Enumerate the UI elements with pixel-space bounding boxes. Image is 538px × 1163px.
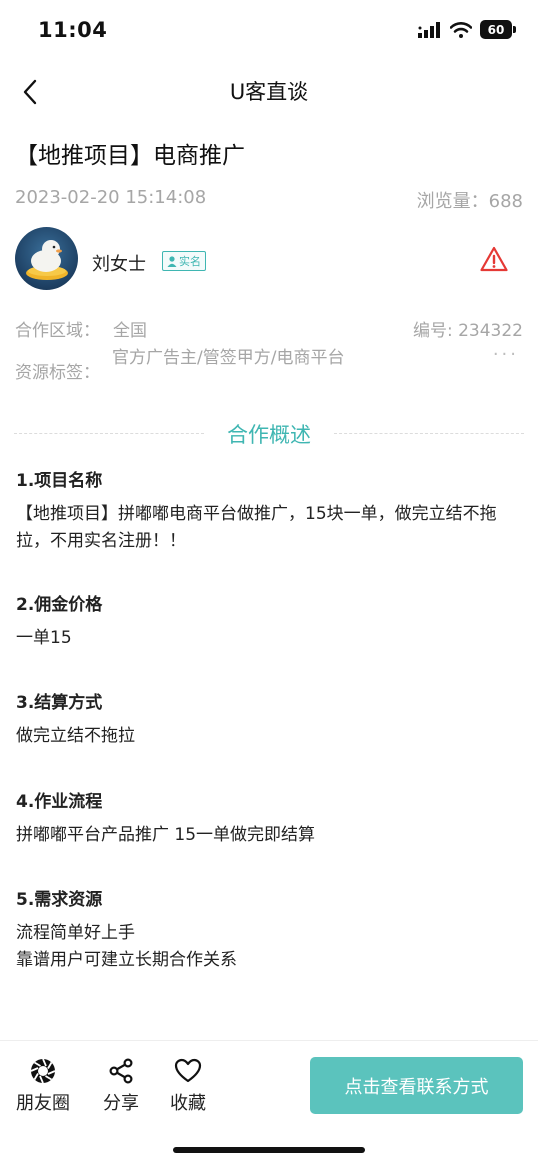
item-body: 流程简单好上手 靠谱用户可建立长期合作关系 xyxy=(16,920,522,974)
author-name: 刘女士 xyxy=(92,254,146,275)
item-resources: 5.需求资源 流程简单好上手 靠谱用户可建立长期合作关系 xyxy=(16,885,522,974)
person-icon xyxy=(167,255,177,267)
item-heading: 5.需求资源 xyxy=(16,890,103,910)
item-workflow: 4.作业流程 拼嘟嘟平台产品推广 15一单做完即结算 xyxy=(16,787,522,849)
status-bar: 11:04 60 xyxy=(0,0,538,64)
item-body: 拼嘟嘟平台产品推广 15一单做完即结算 xyxy=(16,825,316,845)
status-icons: 60 xyxy=(418,20,516,39)
item-body: 做完立结不拖拉 xyxy=(16,726,135,746)
moments-label: 朋友圈 xyxy=(16,1093,70,1114)
serial-number: 编号: 234322 xyxy=(412,321,523,341)
item-project-name: 1.项目名称 【地推项目】拼嘟嘟电商平台做推广，15块一单，做完立结不拖拉，不用… xyxy=(16,466,522,555)
view-count: 浏览量：688 xyxy=(416,191,523,212)
region-value: 全国 xyxy=(113,321,147,341)
item-body: 一单15 xyxy=(16,628,72,648)
battery-icon: 60 xyxy=(480,20,516,39)
meta-row: 2023-02-20 15:14:08 浏览量：688 xyxy=(15,185,523,213)
divider-right xyxy=(334,433,524,434)
item-heading: 1.项目名称 xyxy=(16,471,103,491)
home-indicator xyxy=(173,1147,365,1153)
report-button[interactable] xyxy=(479,245,509,273)
item-settlement: 3.结算方式 做完立结不拖拉 xyxy=(16,688,522,750)
moments-button[interactable]: 朋友圈 xyxy=(14,1057,72,1115)
item-heading: 2.佣金价格 xyxy=(16,595,103,615)
item-commission: 2.佣金价格 一单15 xyxy=(16,590,522,652)
heart-icon xyxy=(174,1058,202,1083)
warning-icon xyxy=(480,246,508,272)
tags-label: 资源标签： xyxy=(15,363,100,383)
more-icon[interactable]: ··· xyxy=(493,344,519,365)
info-block: 合作区域： 全国 编号: 234322 资源标签： 官方广告主/管签甲方/电商平… xyxy=(15,312,523,402)
favorite-button[interactable]: 收藏 xyxy=(167,1057,209,1115)
favorite-label: 收藏 xyxy=(170,1093,206,1114)
item-body: 【地推项目】拼嘟嘟电商平台做推广，15块一单，做完立结不拖拉，不用实名注册！！ xyxy=(16,504,497,551)
avatar[interactable] xyxy=(15,227,78,290)
share-button[interactable]: 分享 xyxy=(100,1057,142,1115)
item-body-line: 靠谱用户可建立长期合作关系 xyxy=(16,950,237,970)
tags-value: 官方广告主/管签甲方/电商平台 xyxy=(112,348,345,368)
author-row: 刘女士 实名 xyxy=(15,226,523,292)
avatar-duck-icon xyxy=(26,240,68,280)
nav-bar: U客直谈 xyxy=(0,64,538,120)
share-label: 分享 xyxy=(103,1093,139,1114)
nav-title: U客直谈 xyxy=(229,80,309,104)
item-heading: 4.作业流程 xyxy=(16,792,103,812)
section-title: 合作概述 xyxy=(227,423,311,447)
item-heading: 3.结算方式 xyxy=(16,693,103,713)
verified-badge-label: 实名 xyxy=(179,255,201,268)
section-header: 合作概述 xyxy=(14,416,524,450)
share-icon xyxy=(109,1058,133,1084)
region-label: 合作区域： xyxy=(15,321,100,341)
view-contact-button[interactable]: 点击查看联系方式 xyxy=(310,1057,523,1114)
battery-level: 60 xyxy=(480,20,512,39)
camera-shutter-icon xyxy=(30,1058,56,1084)
post-title: 【地推项目】电商推广 xyxy=(15,143,245,169)
post-date: 2023-02-20 15:14:08 xyxy=(15,187,207,208)
screen: 11:04 60 U客直谈 【地推项目】电商推广 2023-02-20 15:1… xyxy=(0,0,538,1163)
item-body-line: 流程简单好上手 xyxy=(16,923,135,943)
bottom-action-bar: 朋友圈 分享 收藏 点击查看联系方式 xyxy=(0,1040,538,1163)
wifi-icon xyxy=(450,21,472,38)
battery-cap xyxy=(513,26,516,33)
verified-badge: 实名 xyxy=(162,251,206,271)
signal-icon xyxy=(418,21,440,38)
status-time: 11:04 xyxy=(38,18,108,42)
